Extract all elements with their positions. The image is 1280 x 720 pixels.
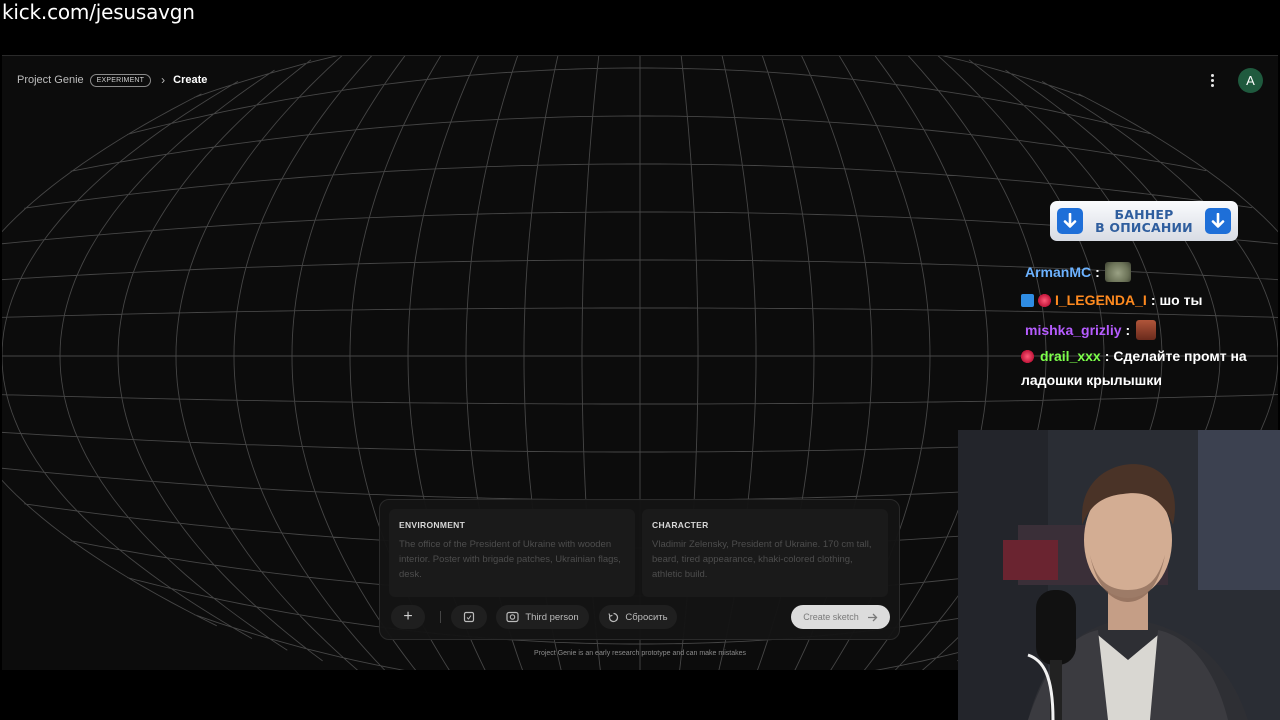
- app-name-link[interactable]: Project Genie: [17, 74, 84, 86]
- add-button[interactable]: +: [391, 605, 425, 629]
- chat-separator: :: [1104, 348, 1110, 364]
- banner-line-2: В ОПИСАНИИ: [1095, 220, 1193, 235]
- face-emote: [1136, 320, 1157, 340]
- frog-emote: [1104, 262, 1131, 282]
- breadcrumb-current: Create: [173, 74, 208, 86]
- lips-badge-icon: [1021, 349, 1034, 363]
- chat-username: drail_xxx: [1040, 348, 1101, 364]
- create-sketch-button[interactable]: Create sketch: [791, 605, 890, 629]
- chat-message-continued: ладошки крылышки: [1021, 372, 1162, 388]
- camera-view-icon: [506, 611, 519, 623]
- reset-button[interactable]: Сбросить: [599, 605, 677, 629]
- character-label: CHARACTER: [652, 520, 709, 530]
- frame-button[interactable]: [451, 605, 487, 629]
- arrow-down-icon: [1057, 208, 1083, 234]
- banner-overlay: БАННЕР В ОПИСАНИИ: [1050, 201, 1238, 241]
- reset-label: Сбросить: [625, 611, 668, 623]
- chat-message: I_LEGENDA_I : шо ты: [1021, 292, 1202, 308]
- chat-message: mishka_grizliy :: [1021, 320, 1157, 340]
- chat-text: Сделайте промт на: [1113, 348, 1247, 364]
- webcam-overlay: [958, 430, 1280, 720]
- chat-message: ArmanMC :: [1021, 262, 1131, 282]
- stream-url: kick.com/jesusavgn: [2, 0, 195, 24]
- lips-badge-icon: [1038, 293, 1051, 307]
- chat-username: mishka_grizliy: [1025, 322, 1122, 338]
- arrow-down-icon: [1204, 208, 1231, 234]
- frame-icon: [463, 611, 475, 623]
- character-field[interactable]: CHARACTER Vladimir Zelensky, President o…: [642, 509, 888, 597]
- toolbar-divider: [440, 611, 441, 623]
- arrow-right-icon: [867, 613, 878, 621]
- chat-text: шо ты: [1159, 292, 1203, 308]
- plus-icon: +: [403, 608, 413, 625]
- prompt-panel: ENVIRONMENT The office of the President …: [379, 499, 900, 640]
- banner-text: БАННЕР В ОПИСАНИИ: [1095, 206, 1193, 235]
- environment-text[interactable]: The office of the President of Ukraine w…: [399, 537, 625, 582]
- camera-mode-label: Third person: [525, 611, 579, 623]
- chat-text: ладошки крылышки: [1021, 372, 1162, 388]
- more-vert-icon[interactable]: [1205, 70, 1219, 90]
- reset-icon: [608, 612, 619, 622]
- character-text[interactable]: Vladimir Zelensky, President of Ukraine.…: [652, 537, 878, 582]
- environment-label: ENVIRONMENT: [399, 520, 466, 530]
- chat-separator: :: [1150, 292, 1156, 308]
- environment-field[interactable]: ENVIRONMENT The office of the President …: [389, 509, 635, 597]
- chat-separator: :: [1095, 264, 1100, 280]
- chat-username: ArmanMC: [1025, 264, 1092, 280]
- create-sketch-label: Create sketch: [803, 612, 859, 622]
- chat-separator: :: [1125, 322, 1131, 338]
- chevron-right-icon: ›: [161, 73, 166, 87]
- top-bar: Project Genie EXPERIMENT › Create: [2, 56, 1278, 104]
- banner-line-1: БАННЕР: [1114, 206, 1174, 222]
- webcam-feed: [958, 430, 1280, 720]
- camera-mode-button[interactable]: Third person: [496, 605, 589, 629]
- avatar[interactable]: A: [1238, 68, 1263, 93]
- experiment-badge: EXPERIMENT: [89, 73, 152, 87]
- chat-message: drail_xxx : Сделайте промт на: [1021, 348, 1247, 364]
- chat-username: I_LEGENDA_I: [1055, 292, 1147, 308]
- boost-badge-icon: [1021, 293, 1034, 307]
